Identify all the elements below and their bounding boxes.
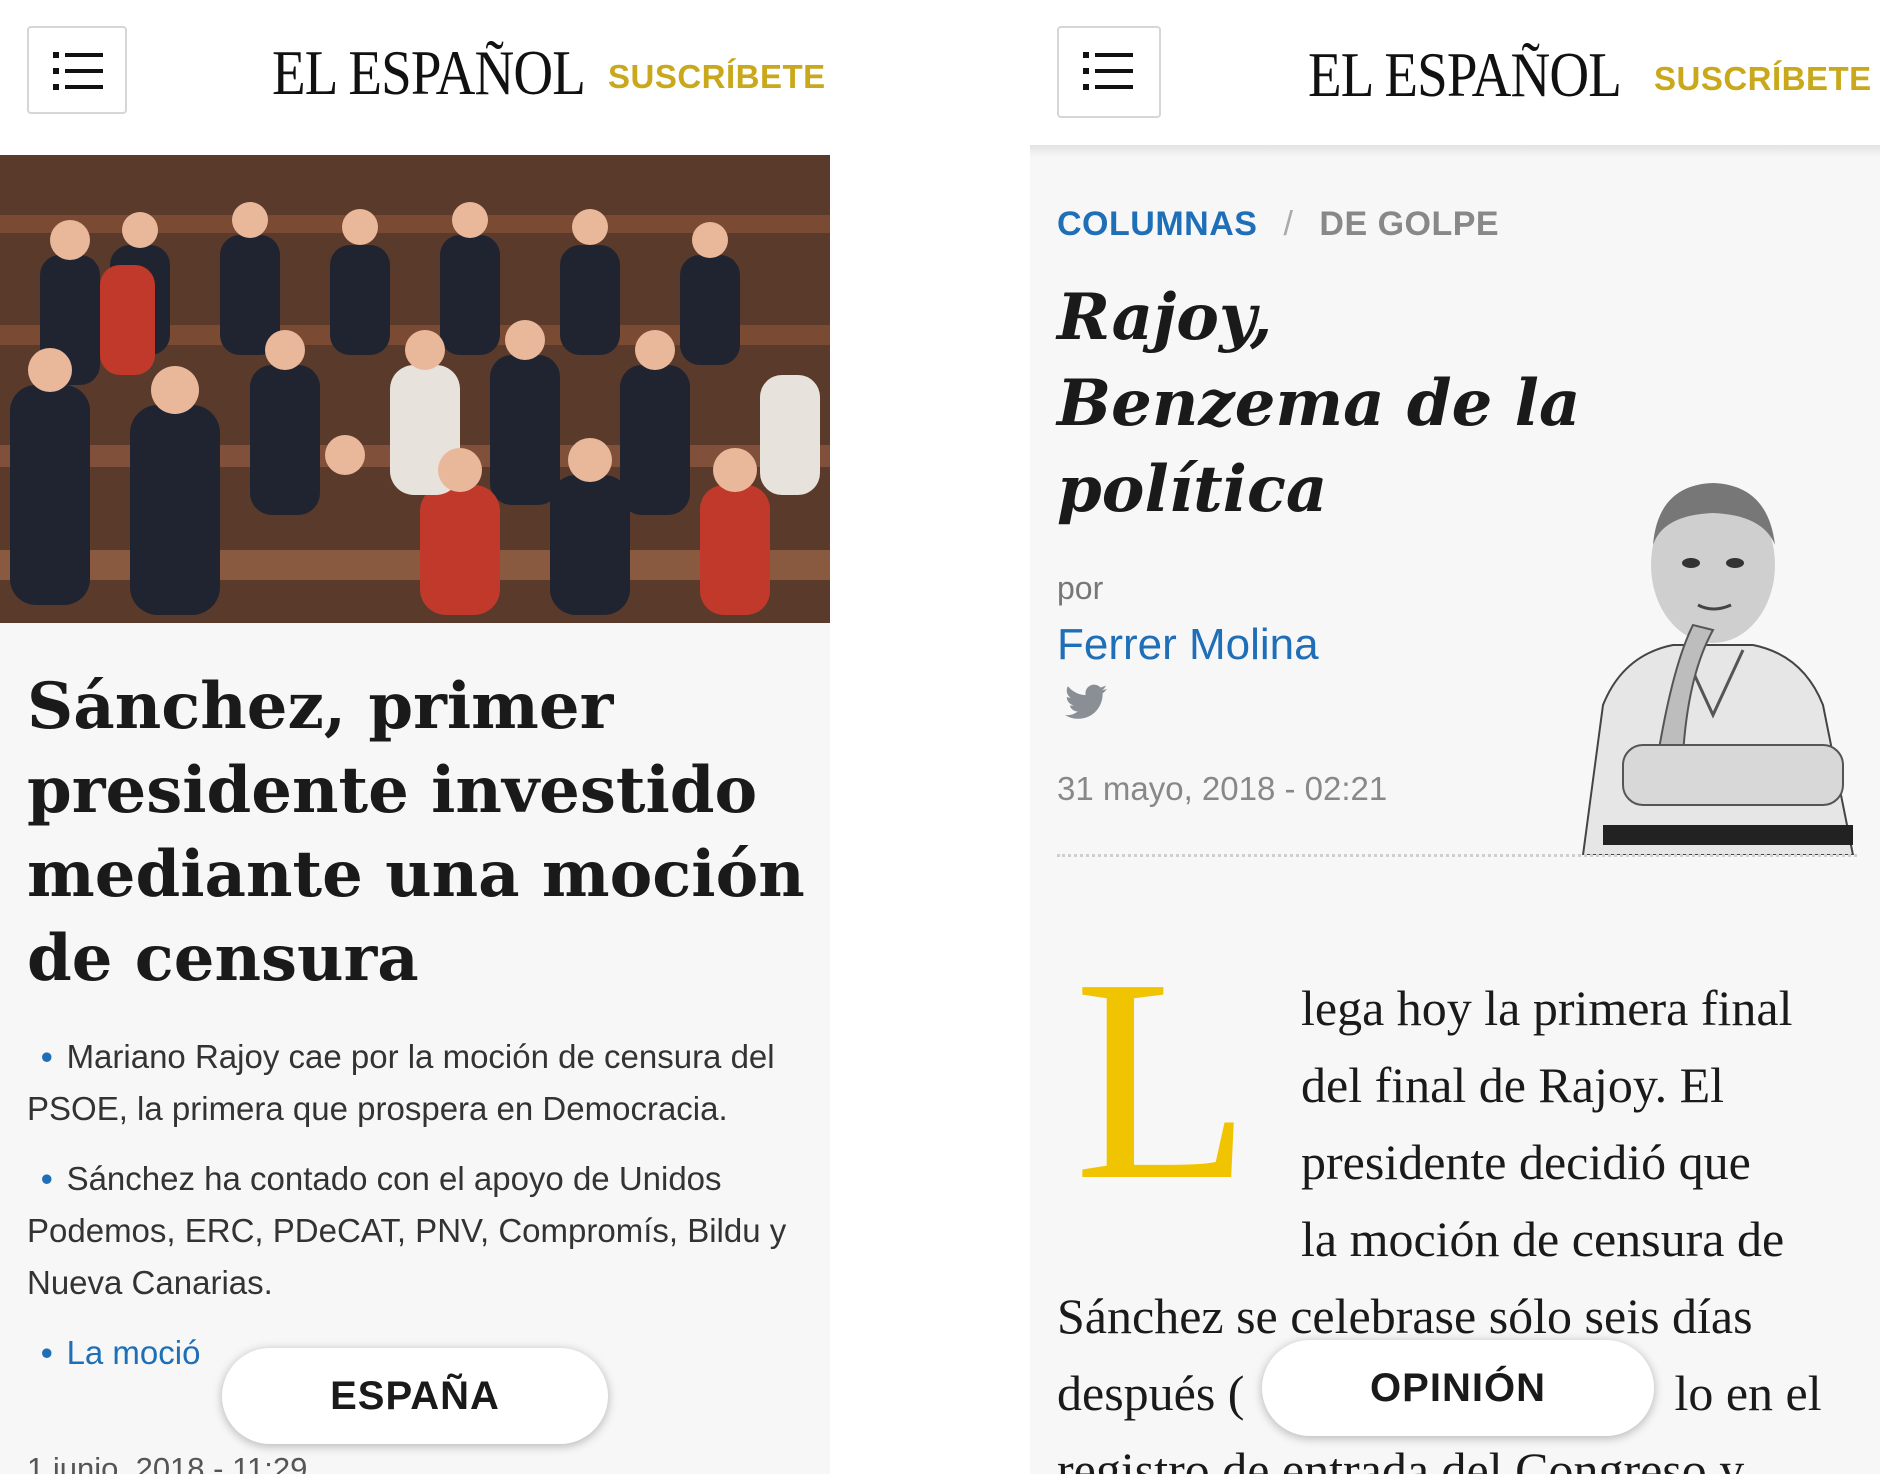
bullet-text: Sánchez ha contado con el apoyo de Unido… — [27, 1160, 787, 1301]
section-pill-button[interactable]: ESPAÑA — [222, 1348, 608, 1444]
body-line: la moción de censura de — [1301, 1211, 1785, 1267]
site-logo[interactable]: EL ESPAÑOL — [272, 36, 586, 110]
site-logo[interactable]: EL ESPAÑOL — [1308, 38, 1622, 112]
breadcrumb-section[interactable]: COLUMNAS — [1057, 205, 1257, 243]
bullet-item: • Mariano Rajoy cae por la moción de cens… — [27, 1031, 807, 1135]
byline-divider — [1057, 854, 1857, 857]
body-line-fragment-end: lo en el — [1674, 1365, 1822, 1421]
breadcrumb-separator: / — [1283, 205, 1294, 243]
bullet-dot: • — [41, 1038, 53, 1075]
body-line: del final de Rajoy. El — [1301, 1057, 1725, 1113]
publish-date: 31 mayo, 2018 - 02:21 — [1057, 770, 1388, 807]
bullet-text: Mariano Rajoy cae por la moción de censu… — [27, 1038, 775, 1127]
section-pill-button[interactable]: OPINIÓN — [1262, 1340, 1654, 1436]
hamburger-icon — [53, 52, 103, 90]
publish-date: 1 junio, 2018 - 11:29 — [27, 1451, 308, 1474]
bullet-dot: • — [41, 1160, 53, 1197]
author-link[interactable]: Ferrer Molina — [1057, 620, 1319, 670]
site-header: EL ESPAÑOL SUSCRÍBETE — [0, 0, 830, 145]
right-screen: EL ESPAÑOL SUSCRÍBETE COLUMNAS / DE GOLPE … — [1030, 0, 1880, 1474]
twitter-icon[interactable] — [1065, 684, 1107, 725]
parliament-photo — [0, 155, 830, 623]
breadcrumb: COLUMNAS / DE GOLPE — [1057, 205, 1499, 244]
bullet-item: • Sánchez ha contado con el apoyo de Unid… — [27, 1153, 807, 1309]
hero-image[interactable] — [0, 155, 830, 623]
body-line: presidente decidió que — [1301, 1134, 1751, 1190]
menu-button[interactable] — [27, 26, 127, 114]
bullet-dot: • — [41, 1334, 53, 1371]
article-summary: Sánchez, primer presidente investido med… — [0, 623, 830, 1474]
author-portrait — [1563, 455, 1863, 856]
left-screen: EL ESPAÑOL SUSCRÍBETE Sánchez, primer pr… — [0, 0, 830, 1474]
subscribe-link[interactable]: SUSCRÍBETE — [1654, 60, 1872, 98]
body-line: registro de entrada del Congreso y — [1057, 1442, 1745, 1474]
body-line: lega hoy la primera final — [1301, 980, 1793, 1036]
header-divider — [1030, 145, 1880, 157]
breadcrumb-subsection[interactable]: DE GOLPE — [1319, 205, 1499, 243]
hamburger-icon — [1083, 52, 1133, 90]
article-headline[interactable]: Sánchez, primer presidente investido med… — [27, 665, 817, 1001]
menu-button[interactable] — [1057, 26, 1161, 118]
article-title: Rajoy, Benzema de la política — [1057, 280, 1581, 527]
bullet-link-text[interactable]: La moció — [67, 1334, 201, 1371]
bullet-list: • Mariano Rajoy cae por la moción de cens… — [27, 1031, 807, 1397]
byline-prefix: por — [1057, 570, 1104, 606]
body-line-fragment: después ( — [1057, 1365, 1245, 1421]
subscribe-link[interactable]: SUSCRÍBETE — [608, 58, 826, 96]
site-header: EL ESPAÑOL SUSCRÍBETE — [1030, 0, 1880, 145]
